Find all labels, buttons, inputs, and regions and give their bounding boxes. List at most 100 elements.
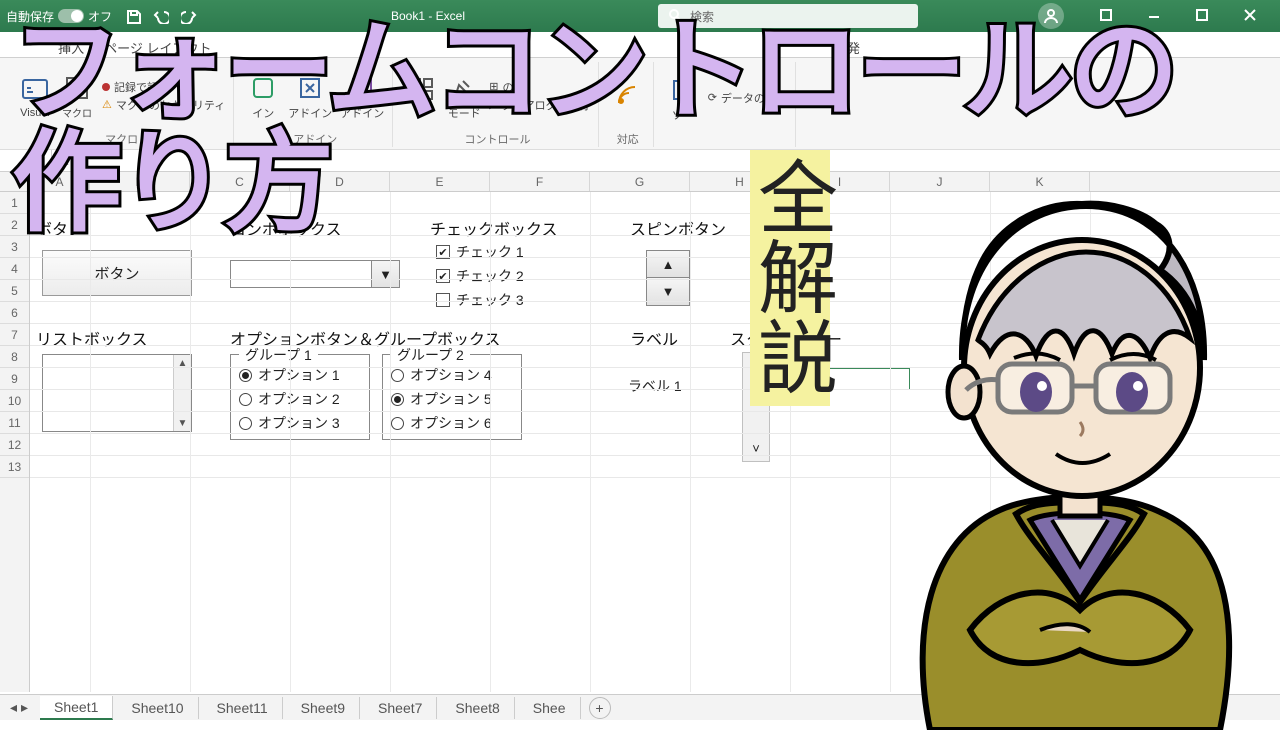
row-number[interactable]: 5 bbox=[0, 280, 29, 302]
source-icon[interactable] bbox=[666, 73, 700, 107]
search-icon bbox=[668, 8, 684, 24]
titlebar: 自動保存 オフ Book1 - Excel 検索 bbox=[0, 0, 1280, 32]
fx-icon[interactable]: fx bbox=[52, 154, 76, 168]
column-header[interactable]: H bbox=[690, 172, 790, 191]
com-addin-icon[interactable] bbox=[345, 71, 379, 105]
ribbon: Visual マクロ 記録で記録 ⚠ マクロのセキュリティ マクロ bbox=[0, 58, 1280, 150]
ribbon-tabs: tab 挿入 ページ レイアウト 開発 bbox=[0, 32, 1280, 58]
ribbon-group-label: コントロール bbox=[464, 129, 530, 147]
row-number[interactable]: 9 bbox=[0, 368, 29, 390]
undo-button[interactable] bbox=[152, 7, 170, 25]
ribbon-tab-layout[interactable]: ページ レイアウト bbox=[104, 38, 211, 57]
ribbon-group-xml: ソー ⟳データの更新 bbox=[658, 62, 796, 147]
add-sheet-button[interactable]: + bbox=[589, 697, 611, 719]
user-avatar[interactable] bbox=[1038, 3, 1064, 29]
row-number[interactable]: 1 bbox=[0, 192, 29, 214]
ribbon-tab-insert[interactable]: 挿入 bbox=[58, 38, 84, 57]
export[interactable]: ⤓エク bbox=[808, 90, 839, 106]
close-icon bbox=[1243, 8, 1259, 24]
visual-basic-icon[interactable] bbox=[18, 73, 52, 107]
row-number[interactable]: 11 bbox=[0, 412, 29, 434]
maximize-button[interactable] bbox=[1180, 0, 1226, 32]
row-number[interactable]: 2 bbox=[0, 214, 29, 236]
row-number[interactable]: 6 bbox=[0, 302, 29, 324]
ribbon-group-label: アドイン bbox=[293, 129, 337, 147]
column-header[interactable]: E bbox=[390, 172, 490, 191]
ribbon-group-addins: イン アドイン アドイン アドイン bbox=[238, 62, 393, 147]
refresh-data[interactable]: ⟳データの更新 bbox=[708, 90, 787, 106]
search-box[interactable]: 検索 bbox=[658, 4, 918, 28]
ribbon-group-label: 対応 bbox=[617, 129, 639, 147]
excel-addin-icon[interactable] bbox=[293, 71, 327, 105]
row-number[interactable]: 13 bbox=[0, 456, 29, 478]
row-number[interactable]: 10 bbox=[0, 390, 29, 412]
column-header[interactable]: D bbox=[290, 172, 390, 191]
feed-icon[interactable] bbox=[611, 79, 645, 113]
design-mode-label: モード bbox=[448, 105, 481, 121]
insert-control-icon[interactable] bbox=[405, 72, 439, 106]
autosave-toggle[interactable]: 自動保存 オフ bbox=[6, 8, 112, 25]
redo-icon bbox=[181, 8, 197, 24]
column-header[interactable]: B bbox=[90, 172, 190, 191]
ribbon-group-feed: 対応 bbox=[603, 62, 654, 147]
column-header[interactable]: I bbox=[790, 172, 890, 191]
sheet-tab[interactable]: Sheet8 bbox=[441, 697, 514, 719]
autosave-state: オフ bbox=[88, 8, 112, 25]
record-macro[interactable]: 記録で記録 bbox=[102, 79, 225, 95]
ribbon-tab-dev[interactable]: 開発 bbox=[834, 38, 860, 57]
addin-icon[interactable] bbox=[246, 71, 280, 105]
column-header[interactable]: J bbox=[890, 172, 990, 191]
maximize-icon bbox=[1195, 8, 1211, 24]
properties[interactable]: ⊞の表 bbox=[489, 79, 589, 95]
row-number[interactable]: 8 bbox=[0, 346, 29, 368]
source-label: ソー bbox=[672, 107, 694, 123]
autosave-label: 自動保存 bbox=[6, 8, 54, 25]
minimize-icon bbox=[1147, 8, 1163, 24]
row-number[interactable]: 3 bbox=[0, 236, 29, 258]
redo-button[interactable] bbox=[180, 7, 198, 25]
macros-icon[interactable] bbox=[60, 71, 94, 105]
ribbon-group-code: Visual マクロ 記録で記録 ⚠ マクロのセキュリティ マクロ bbox=[10, 62, 234, 147]
sheet-tab[interactable]: Sheet1 bbox=[40, 696, 113, 720]
spreadsheet-grid[interactable]: 12345678910111213 ボタン コンボボックス チェックボックス ス… bbox=[0, 192, 1280, 692]
excel-addin-label: アドイン bbox=[288, 105, 332, 121]
sheet-tab[interactable]: Sheet10 bbox=[117, 697, 198, 719]
com-addin-label: アドイン bbox=[340, 105, 384, 121]
ribbon-display-button[interactable] bbox=[1084, 0, 1130, 32]
warning-icon: ⚠ bbox=[102, 98, 112, 111]
ribbon-display-icon bbox=[1099, 8, 1115, 24]
column-header[interactable]: F bbox=[490, 172, 590, 191]
sheet-tab[interactable]: Sheet9 bbox=[287, 697, 360, 719]
column-header[interactable]: K bbox=[990, 172, 1090, 191]
minimize-button[interactable] bbox=[1132, 0, 1178, 32]
column-header[interactable]: G bbox=[590, 172, 690, 191]
row-number[interactable]: 12 bbox=[0, 434, 29, 456]
sheet-tab-bar: ◂ ▸ Sheet1 Sheet10 Sheet11 Sheet9 Sheet7… bbox=[0, 694, 1280, 720]
column-headers: ABCDEFGHIJK bbox=[0, 172, 1280, 192]
sheet-tab[interactable]: Sheet11 bbox=[203, 697, 283, 719]
row-numbers: 12345678910111213 bbox=[0, 192, 30, 692]
row-number[interactable]: 7 bbox=[0, 324, 29, 346]
ribbon-group-controls: ▾ モード ⊞の表 ▶ダイアログの実行 コントロール bbox=[397, 62, 598, 147]
macro-security[interactable]: ⚠ マクロのセキュリティ bbox=[102, 97, 225, 113]
select-all-cell[interactable] bbox=[0, 172, 30, 191]
run-dialog[interactable]: ▶ダイアログの実行 bbox=[489, 97, 589, 113]
sheet-tab[interactable]: Sheet7 bbox=[364, 697, 437, 719]
addin-label: イン bbox=[252, 105, 274, 121]
close-button[interactable] bbox=[1228, 0, 1274, 32]
formula-bar: fx bbox=[0, 150, 1280, 172]
column-header[interactable]: C bbox=[190, 172, 290, 191]
ribbon-group-export: ⤓エク bbox=[800, 62, 847, 147]
save-icon bbox=[125, 8, 141, 24]
vb-label: Visual bbox=[20, 107, 50, 119]
sheet-nav-next[interactable]: ▸ bbox=[21, 699, 28, 716]
window-title: Book1 - Excel bbox=[198, 9, 658, 23]
app-title-text: Book1 - Excel bbox=[391, 9, 465, 23]
sheet-tab[interactable]: Shee bbox=[519, 697, 581, 719]
design-mode-icon[interactable] bbox=[447, 71, 481, 105]
row-number[interactable]: 4 bbox=[0, 258, 29, 280]
name-box[interactable] bbox=[0, 150, 52, 171]
column-header[interactable]: A bbox=[30, 172, 90, 191]
sheet-nav-prev[interactable]: ◂ bbox=[10, 699, 17, 716]
save-button[interactable] bbox=[124, 7, 142, 25]
